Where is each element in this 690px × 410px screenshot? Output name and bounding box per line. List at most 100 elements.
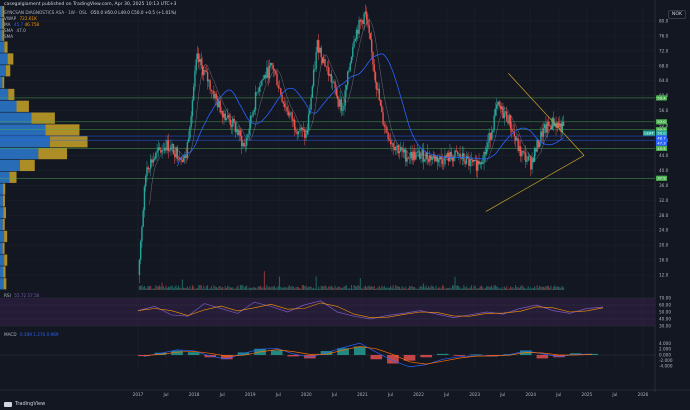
currency-badge[interactable]: NOK (667, 10, 686, 19)
rsi-values: 55.72 57.56 (14, 293, 40, 298)
volume-bar (348, 287, 350, 290)
candle-body (451, 158, 454, 162)
volume-bar (512, 287, 514, 290)
volume-bar (470, 285, 472, 290)
candle-body (493, 115, 495, 131)
candle-body (275, 70, 277, 74)
candle-body (528, 156, 531, 157)
candle-body (256, 92, 258, 93)
candle-body (417, 151, 420, 152)
volume-bar (236, 287, 238, 290)
candle-body (456, 151, 459, 155)
volume-bar (464, 287, 466, 290)
candle-body (204, 70, 206, 71)
volume-profile-bar (38, 148, 68, 160)
volume-bar (402, 287, 404, 290)
candle-body (224, 113, 226, 120)
candle-body (181, 160, 184, 163)
candle-body (511, 128, 513, 132)
volume-profile-bar (0, 159, 20, 172)
volume-bar (292, 286, 294, 290)
volume-bar (333, 288, 335, 290)
volume-bar (369, 286, 371, 290)
volume-bar (263, 271, 265, 290)
ma2-value: 46.758 (24, 22, 40, 27)
candle-body (158, 147, 161, 150)
tradingview-brand[interactable]: TradingView (4, 401, 45, 407)
volume-bar (171, 285, 173, 290)
volume-bar (157, 286, 159, 290)
volume-bar (520, 286, 522, 290)
volume-profile-bar (2, 77, 5, 89)
volume-bar (545, 285, 547, 290)
legend-sma[interactable]: SMA 47.0 (4, 28, 26, 33)
candle-body (254, 92, 257, 111)
time-tick-label: 2022 (413, 392, 424, 397)
volume-bar (383, 285, 385, 290)
candle-body (276, 73, 278, 86)
candle-body (198, 53, 200, 62)
macd-histogram-bar (353, 346, 366, 355)
volume-bar (147, 286, 149, 290)
volume-bar (315, 276, 317, 290)
volume-bar (406, 288, 408, 290)
volume-bar (517, 287, 519, 290)
candle-body (292, 119, 295, 121)
volume-bar (222, 287, 224, 290)
legend-ma[interactable]: MA 45.7 46.758 (4, 22, 39, 27)
volume-bar (195, 288, 197, 290)
volume-bar (329, 286, 331, 290)
legend-ohlc: O50.0 H50.0 L49.0 C50.0 +0.5 (+1.01%) (90, 10, 177, 15)
volume-bar (510, 286, 512, 290)
candle-body (386, 126, 388, 133)
volume-bar (416, 288, 418, 290)
volume-bar (551, 288, 553, 290)
candle-body (559, 123, 561, 128)
macd-legend[interactable]: MACD 0.309 1.276 0.969 (4, 332, 59, 337)
candle-body (405, 149, 407, 162)
candle-body (145, 176, 147, 187)
candle-body (338, 99, 340, 107)
time-tick-label: 2026 (638, 392, 649, 397)
time-tick-label: 2021 (357, 392, 368, 397)
volume-bar (426, 287, 428, 290)
candle-body (248, 128, 250, 135)
candle-body (277, 85, 279, 88)
volume-profile-bar (0, 230, 5, 243)
volume-bar (472, 288, 474, 290)
volume-bar (392, 285, 394, 290)
candle-body (488, 132, 490, 143)
volume-bar (479, 286, 481, 290)
volume-profile-bar (0, 77, 3, 89)
candle-body (459, 153, 461, 158)
candle-body (394, 147, 397, 151)
volume-bar (338, 286, 340, 290)
candle-body (479, 162, 481, 165)
volume-bar (474, 285, 476, 290)
volume-bar (465, 286, 467, 290)
volume-bar (213, 285, 215, 290)
candle-body (348, 70, 350, 72)
candle-body (352, 47, 354, 58)
candle-body (155, 152, 157, 159)
rsi-legend[interactable]: RSI 55.72 57.56 (4, 293, 39, 298)
volume-bar (244, 286, 246, 290)
volume-bar (536, 285, 538, 290)
candle-body (474, 159, 476, 161)
candle-body (281, 94, 283, 102)
volume-bar (321, 286, 323, 290)
price-level-value: 45.9 (657, 146, 666, 151)
candle-body (536, 139, 538, 152)
volume-bar (241, 285, 243, 290)
candle-body (506, 111, 508, 122)
volume-bar (463, 285, 465, 290)
legend-vwap[interactable]: VWAP 722.61K (4, 16, 37, 21)
volume-bar (243, 287, 245, 290)
volume-profile-bar (0, 6, 3, 18)
candle-body (340, 99, 343, 111)
candle-body (192, 86, 195, 101)
legend-title-row[interactable]: SYNCSAN DIAGNOSTICS ASA · 1W · OSL O50.0… (4, 10, 176, 15)
candle-body (503, 112, 505, 119)
legend-sma2[interactable]: SMA (4, 34, 15, 39)
candle-body (160, 149, 162, 153)
